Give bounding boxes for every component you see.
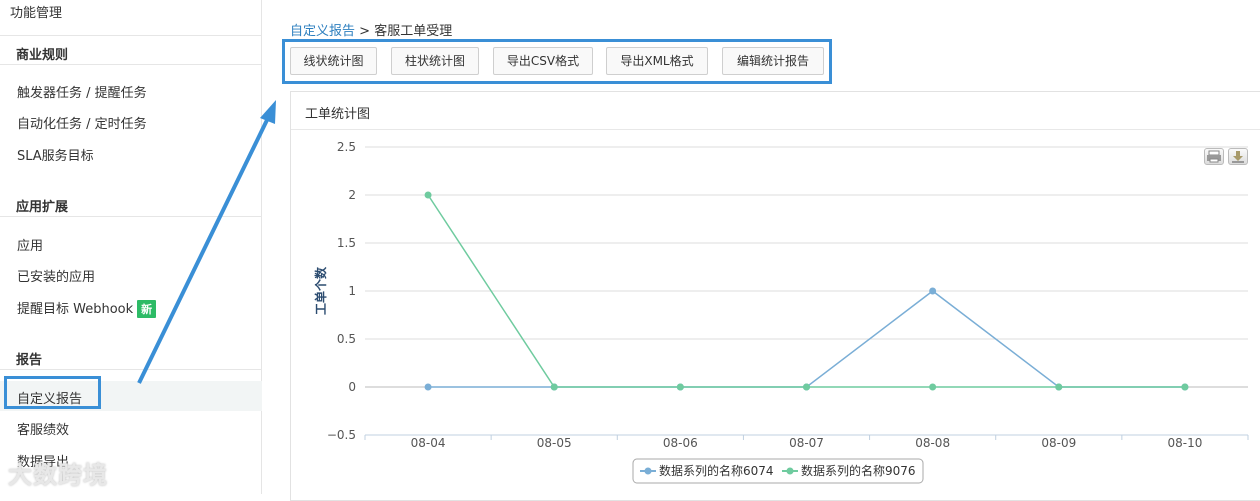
highlight-box-custom-report: [4, 376, 101, 409]
section-heading-business-rules: 商业规则: [16, 48, 69, 63]
divider: [0, 35, 262, 36]
sidebar-item-triggers[interactable]: 触发器任务 / 提醒任务: [17, 82, 147, 101]
print-icon[interactable]: [1204, 148, 1224, 165]
breadcrumb: 自定义报告 > 客服工单受理: [290, 20, 452, 39]
sidebar-item-sla[interactable]: SLA服务目标: [17, 145, 94, 164]
sidebar-item-installed-apps[interactable]: 已安装的应用: [17, 266, 95, 285]
chart-panel: 工单统计图: [290, 91, 1260, 501]
sidebar-top-label: 功能管理: [10, 6, 63, 21]
sidebar-item-apps[interactable]: 应用: [17, 235, 43, 254]
divider: [0, 369, 262, 370]
sidebar: 功能管理 商业规则 触发器任务 / 提醒任务 自动化任务 / 定时任务 SLA服…: [0, 0, 262, 494]
section-heading-apps: 应用扩展: [16, 200, 69, 215]
breadcrumb-current: 客服工单受理: [374, 24, 453, 39]
sidebar-item-automations[interactable]: 自动化任务 / 定时任务: [17, 113, 147, 132]
highlight-box-toolbar: [282, 39, 832, 84]
section-heading-reports: 报告: [16, 353, 43, 368]
sidebar-item-agent-performance[interactable]: 客服绩效: [17, 419, 69, 438]
sidebar-item-label: 提醒目标 Webhook: [17, 302, 134, 317]
sidebar-item-webhook[interactable]: 提醒目标 Webhook 新: [17, 298, 157, 318]
new-badge: 新: [137, 300, 157, 318]
divider: [0, 216, 262, 217]
divider: [0, 64, 262, 65]
panel-divider: [291, 129, 1260, 130]
panel-title: 工单统计图: [305, 107, 371, 122]
watermark: 大数跨境: [8, 461, 108, 489]
breadcrumb-parent-link[interactable]: 自定义报告: [290, 24, 355, 39]
download-icon[interactable]: [1228, 148, 1248, 165]
breadcrumb-separator: >: [359, 24, 371, 39]
